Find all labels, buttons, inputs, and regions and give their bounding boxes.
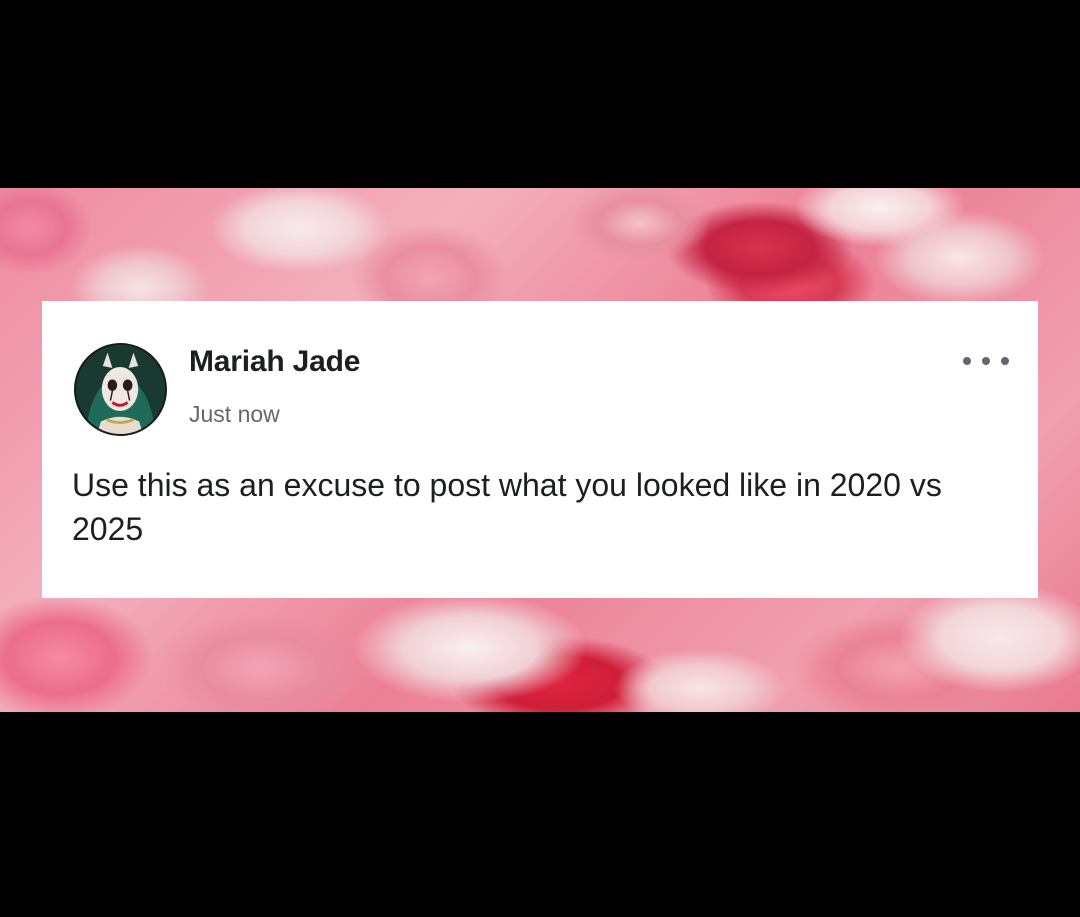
- post-card: Mariah Jade Just now Use this as an excu…: [42, 301, 1038, 598]
- author-name[interactable]: Mariah Jade: [189, 345, 360, 379]
- dot: [1001, 357, 1009, 365]
- author-avatar[interactable]: [74, 343, 167, 436]
- post-body-text: Use this as an excuse to post what you l…: [72, 467, 942, 547]
- more-options-icon[interactable]: [960, 351, 1012, 371]
- dot: [982, 357, 990, 365]
- dot: [963, 357, 971, 365]
- post-timestamp[interactable]: Just now: [189, 401, 280, 428]
- meme-frame: Mariah Jade Just now Use this as an excu…: [0, 0, 1080, 917]
